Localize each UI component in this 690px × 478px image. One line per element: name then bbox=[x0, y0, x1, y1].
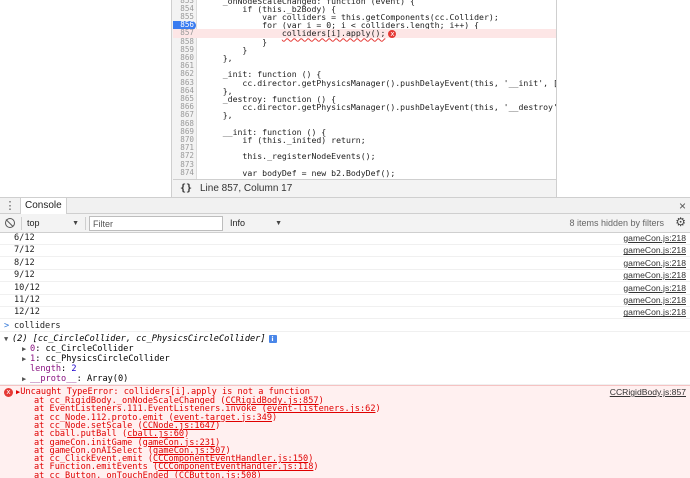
more-tools-menu-icon[interactable]: ⋮ bbox=[4, 200, 16, 212]
chevron-down-icon: ▼ bbox=[275, 220, 282, 227]
log-message-row: 11/12 gameCon.js:218 bbox=[0, 295, 690, 307]
expand-triangle-icon[interactable]: ▶ bbox=[22, 374, 30, 384]
expand-triangle-icon[interactable]: ▼ bbox=[4, 334, 12, 344]
log-level-select[interactable]: Info ▼ bbox=[230, 217, 284, 230]
expand-triangle-icon[interactable]: ▶ bbox=[22, 344, 30, 354]
log-source-link[interactable]: gameCon.js:218 bbox=[623, 283, 686, 295]
result-summary: (2) [cc_CircleCollider, cc_PhysicsCircle… bbox=[12, 334, 266, 344]
result-summary-row[interactable]: ▼ (2) [cc_CircleCollider, cc_PhysicsCircl… bbox=[4, 334, 277, 344]
log-source-link[interactable]: gameCon.js:218 bbox=[623, 295, 686, 307]
error-source-link[interactable]: CCRigidBody.js:857 bbox=[610, 387, 686, 397]
sources-panel: 853 _onNodeScaleChanged: function (event… bbox=[0, 0, 690, 197]
hidden-items-count: 8 items hidden by filters bbox=[569, 218, 664, 228]
log-message-row: 9/12 gameCon.js:218 bbox=[0, 270, 690, 283]
stack-frame-function: at cc_Button._onTouchEnded bbox=[34, 470, 169, 478]
error-icon: x bbox=[4, 388, 13, 397]
pretty-print-button[interactable]: {} bbox=[180, 180, 192, 197]
log-message-text: 9/12 bbox=[14, 270, 35, 281]
console-toolbar: top ▼ Info ▼ 8 items hidden by filters ⚙ bbox=[0, 214, 690, 233]
log-message-text: 11/12 bbox=[14, 295, 40, 305]
result-item-value: cc_CircleCollider bbox=[45, 344, 134, 354]
console-input-entry: > colliders bbox=[0, 320, 690, 332]
result-length-value: 2 bbox=[71, 364, 77, 374]
log-message-row: 10/12 gameCon.js:218 bbox=[0, 283, 690, 295]
console-filter-input[interactable] bbox=[89, 216, 223, 231]
input-prompt-icon: > bbox=[4, 321, 10, 331]
line-number[interactable]: 874 bbox=[173, 168, 194, 178]
result-proto-row[interactable]: ▶ __proto__: Array(0) bbox=[22, 374, 128, 384]
log-message-text: 6/12 bbox=[14, 233, 35, 243]
execution-context-value: top bbox=[27, 218, 40, 228]
error-message: x ▶Uncaught TypeError: colliders[i].appl… bbox=[0, 385, 690, 478]
stack-frame: at cc_Button._onTouchEnded (CCButton.js:… bbox=[34, 470, 262, 478]
log-message-text: 10/12 bbox=[14, 282, 40, 293]
log-message-row: 8/12 gameCon.js:218 bbox=[0, 258, 690, 270]
log-level-value: Info bbox=[230, 218, 246, 228]
clear-console-icon[interactable] bbox=[5, 218, 15, 228]
code-text: var bodyDef = new b2.BodyDef(); bbox=[203, 167, 396, 178]
chevron-down-icon: ▼ bbox=[72, 220, 79, 227]
tab-console[interactable]: Console bbox=[20, 198, 67, 214]
console-settings-gear-icon[interactable]: ⚙ bbox=[675, 215, 686, 230]
log-message-text: 8/12 bbox=[14, 257, 35, 268]
result-item-row[interactable]: ▶ 0: cc_CircleCollider bbox=[22, 344, 134, 354]
code-editor[interactable]: 853 _onNodeScaleChanged: function (event… bbox=[173, 0, 556, 179]
console-messages: 6/12 gameCon.js:218 7/12 gameCon.js:218 8/12… bbox=[0, 233, 690, 478]
log-message-text: 7/12 bbox=[14, 245, 35, 256]
result-length-row: length: 2 bbox=[30, 364, 77, 374]
info-icon[interactable]: i bbox=[268, 334, 277, 343]
code-line[interactable]: 874 var bodyDef = new b2.BodyDef(); bbox=[173, 167, 556, 178]
result-length-key: length bbox=[30, 364, 62, 374]
expand-triangle-icon[interactable]: ▶ bbox=[22, 354, 30, 364]
drawer-tab-bar: ⋮ Console × bbox=[0, 197, 690, 214]
debugger-sidebar-pane bbox=[556, 0, 690, 197]
stack-frame-location-link[interactable]: event-listeners.js:62 bbox=[267, 404, 376, 414]
log-source-link[interactable]: gameCon.js:218 bbox=[623, 245, 686, 257]
log-message-row: 12/12 gameCon.js:218 bbox=[0, 307, 690, 320]
editor-status-bar: {} Line 857, Column 17 bbox=[173, 179, 556, 197]
result-proto-value: Array(0) bbox=[86, 374, 129, 384]
stack-frame-location-link[interactable]: CCButton.js:508 bbox=[179, 471, 257, 478]
log-source-link[interactable]: gameCon.js:218 bbox=[623, 233, 686, 245]
evaluation-result: ▼ (2) [cc_CircleCollider, cc_PhysicsCircl… bbox=[0, 333, 690, 385]
result-item-row[interactable]: ▶ 1: cc_PhysicsCircleCollider bbox=[22, 354, 170, 364]
log-source-link[interactable]: gameCon.js:218 bbox=[623, 307, 686, 319]
result-item-value: cc_PhysicsCircleCollider bbox=[45, 354, 170, 364]
log-source-link[interactable]: gameCon.js:218 bbox=[623, 270, 686, 282]
log-source-link[interactable]: gameCon.js:218 bbox=[623, 258, 686, 270]
toolbar-divider bbox=[21, 217, 22, 230]
result-proto-key: __proto__ bbox=[30, 374, 77, 384]
close-drawer-icon[interactable]: × bbox=[679, 199, 686, 213]
toolbar-divider bbox=[85, 217, 86, 230]
log-message-text: 12/12 bbox=[14, 307, 40, 318]
log-message-row: 6/12 gameCon.js:218 bbox=[0, 233, 690, 245]
input-expression: colliders bbox=[14, 321, 61, 331]
execution-context-select[interactable]: top ▼ bbox=[27, 217, 81, 230]
log-message-row: 7/12 gameCon.js:218 bbox=[0, 245, 690, 258]
cursor-position: Line 857, Column 17 bbox=[200, 183, 293, 194]
file-navigator-pane bbox=[0, 0, 172, 197]
